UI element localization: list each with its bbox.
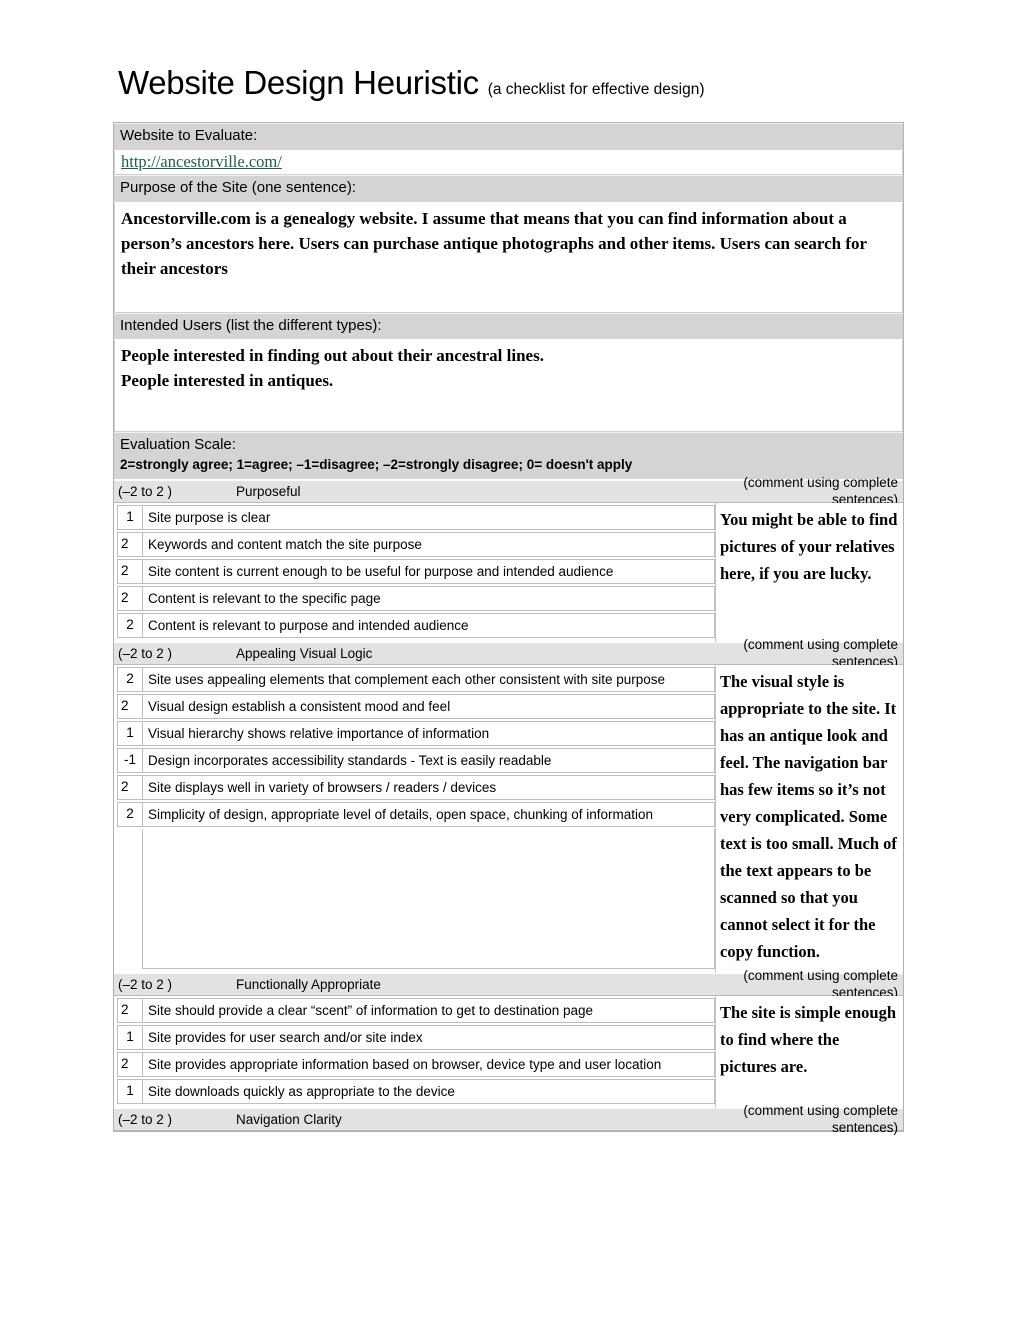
criteria-list: 1 Site purpose is clear 2 Keywords and cont…: [114, 502, 715, 642]
section-header-left: (–2 to 2 ) Navigation Clarity: [114, 1111, 715, 1129]
section-title: Purposeful: [236, 483, 301, 499]
section-header-left: (–2 to 2 ) Functionally Appropriate: [114, 976, 715, 994]
criterion-label: Content is relevant to purpose and inten…: [143, 612, 715, 638]
criterion-score-input[interactable]: 2: [117, 997, 143, 1023]
criterion-label: Design incorporates accessibility standa…: [143, 747, 715, 773]
criterion-row: 2 Site displays well in variety of browse…: [117, 774, 715, 800]
criterion-label: Site purpose is clear: [143, 504, 715, 530]
heuristic-table: Website to Evaluate: http://ancestorvill…: [113, 122, 904, 1135]
criterion-label-empty: [143, 828, 715, 969]
section-comment-hint: (comment using complete sentences): [743, 1102, 898, 1136]
criterion-score-input[interactable]: 2: [117, 693, 143, 719]
criterion-label: Visual hierarchy shows relative importan…: [143, 720, 715, 746]
section-score-range: (–2 to 2 ): [118, 483, 173, 499]
section-score-range: (–2 to 2 ): [118, 976, 173, 992]
page-title-subtitle: (a checklist for effective design): [487, 81, 705, 98]
section-header-left: (–2 to 2 ) Purposeful: [114, 483, 715, 501]
criterion-row: 2 Site provides appropriate information b…: [117, 1051, 715, 1077]
intended-users-label: Intended Users (list the different types…: [114, 312, 903, 341]
criterion-label: Site content is current enough to be use…: [143, 558, 715, 584]
criterion-row: 1 Visual hierarchy shows relative importa…: [117, 720, 715, 746]
criterion-label: Site should provide a clear “scent” of i…: [143, 997, 715, 1023]
intended-users-answer-box[interactable]: People interested in finding out about t…: [114, 340, 903, 433]
section-body: 1 Site purpose is clear 2 Keywords and cont…: [114, 502, 903, 642]
criterion-row: 1 Site provides for user search and/or si…: [117, 1024, 715, 1050]
criterion-score-input[interactable]: 2: [117, 612, 143, 638]
intended-users-line-1: People interested in finding out about t…: [121, 346, 544, 366]
criterion-score-input[interactable]: 2: [117, 585, 143, 611]
page-title-main: Website Design Heuristic: [118, 64, 488, 101]
section-body: 2 Site uses appealing elements that compl…: [114, 664, 903, 973]
purpose-answer-text: Ancestorville.com is a genealogy website…: [121, 208, 867, 278]
criterion-row: -1 Design incorporates accessibility stan…: [117, 747, 715, 773]
criterion-score-input[interactable]: 2: [117, 801, 143, 827]
criterion-label: Site downloads quickly as appropriate to…: [143, 1078, 715, 1104]
criteria-list: 2 Site should provide a clear “scent” of …: [114, 995, 715, 1108]
criterion-score-input-empty[interactable]: [117, 828, 143, 969]
criterion-score-input[interactable]: 2: [117, 774, 143, 800]
section-comment[interactable]: The visual style is appropriate to the s…: [715, 664, 903, 973]
criterion-label: Content is relevant to the specific page: [143, 585, 715, 611]
criterion-label: Site uses appealing elements that comple…: [143, 666, 715, 692]
section-comment[interactable]: The site is simple enough to find where …: [715, 995, 903, 1108]
section-comment[interactable]: You might be able to find pictures of yo…: [715, 502, 903, 642]
criterion-score-input[interactable]: 2: [117, 558, 143, 584]
criterion-score-input[interactable]: 1: [117, 720, 143, 746]
section-body: 2 Site should provide a clear “scent” of …: [114, 995, 903, 1108]
criterion-label: Site provides appropriate information ba…: [143, 1051, 715, 1077]
section-header: (–2 to 2 ) Appealing Visual Logic (comment…: [114, 637, 903, 669]
criterion-label: Site displays well in variety of browser…: [143, 774, 715, 800]
website-url-row: http://ancestorville.com/: [114, 150, 903, 175]
criterion-score-input[interactable]: 2: [117, 531, 143, 557]
purpose-label: Purpose of the Site (one sentence):: [114, 174, 903, 203]
section-header: (–2 to 2 ) Functionally Appropriate (comme…: [114, 968, 903, 1000]
criterion-row: 2 Site should provide a clear “scent” of …: [117, 997, 715, 1023]
section-title: Navigation Clarity: [236, 1111, 342, 1127]
criterion-label: Site provides for user search and/or sit…: [143, 1024, 715, 1050]
criterion-label: Visual design establish a consistent moo…: [143, 693, 715, 719]
criterion-score-input[interactable]: 1: [117, 1024, 143, 1050]
criterion-row: 2 Keywords and content match the site pur…: [117, 531, 715, 557]
criteria-list: 2 Site uses appealing elements that compl…: [114, 664, 715, 973]
criterion-row: 2 Visual design establish a consistent mo…: [117, 693, 715, 719]
criterion-score-input[interactable]: 1: [117, 504, 143, 530]
criterion-row: 2 Site content is current enough to be us…: [117, 558, 715, 584]
page-title: Website Design Heuristic (a checklist fo…: [118, 64, 918, 102]
criterion-label: Keywords and content match the site purp…: [143, 531, 715, 557]
criterion-row-empty: [117, 828, 715, 969]
website-url-link[interactable]: http://ancestorville.com/: [121, 152, 282, 171]
intended-users-line-2: People interested in antiques.: [121, 371, 334, 391]
sections-container: (–2 to 2 ) Purposeful (comment using compl…: [114, 475, 903, 1135]
purpose-answer-box[interactable]: Ancestorville.com is a genealogy website…: [114, 202, 903, 313]
section-title: Functionally Appropriate: [236, 976, 381, 992]
criterion-score-input[interactable]: -1: [117, 747, 143, 773]
section-score-range: (–2 to 2 ): [118, 1111, 173, 1127]
criterion-row: 2 Simplicity of design, appropriate level…: [117, 801, 715, 827]
criterion-row: 2 Content is relevant to the specific pag…: [117, 585, 715, 611]
criterion-score-input[interactable]: 1: [117, 1078, 143, 1104]
criterion-score-input[interactable]: 2: [117, 666, 143, 692]
evaluation-scale-label: Evaluation Scale:: [114, 432, 903, 456]
section-header-left: (–2 to 2 ) Appealing Visual Logic: [114, 645, 715, 663]
criterion-row: 1 Site purpose is clear: [117, 504, 715, 530]
criterion-row: 1 Site downloads quickly as appropriate t…: [117, 1078, 715, 1104]
criterion-row: 2 Content is relevant to purpose and inte…: [117, 612, 715, 638]
section-score-range: (–2 to 2 ): [118, 645, 173, 661]
criterion-row: 2 Site uses appealing elements that compl…: [117, 666, 715, 692]
section-header: (–2 to 2 ) Purposeful (comment using compl…: [114, 475, 903, 507]
section-header: (–2 to 2 ) Navigation Clarity (comment usi…: [114, 1103, 903, 1135]
section-title: Appealing Visual Logic: [236, 645, 373, 661]
website-to-evaluate-label: Website to Evaluate:: [114, 123, 903, 151]
document-page: Website Design Heuristic (a checklist fo…: [0, 0, 1020, 1320]
criterion-label: Simplicity of design, appropriate level …: [143, 801, 715, 827]
criterion-score-input[interactable]: 2: [117, 1051, 143, 1077]
